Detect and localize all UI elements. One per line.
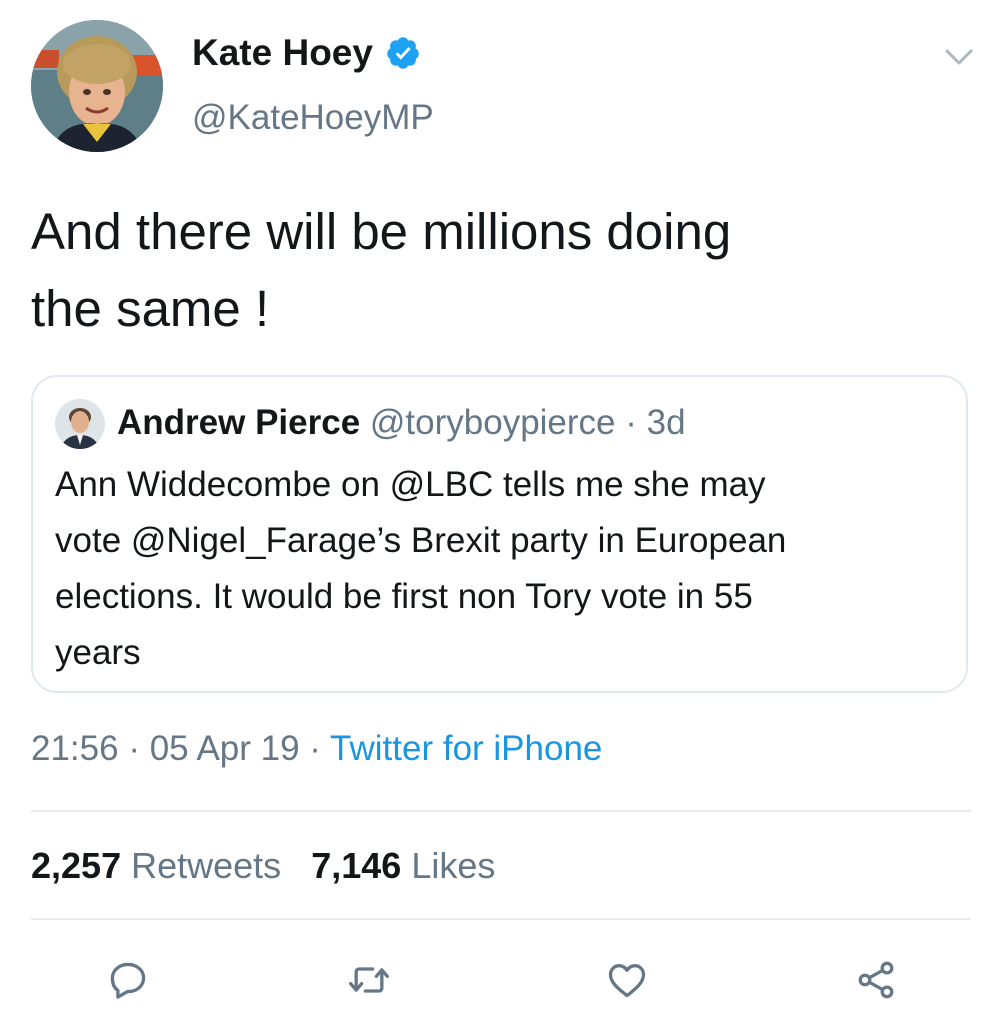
tweet-meta: 21:56 · 05 Apr 19 · Twitter for iPhone (31, 729, 602, 769)
verified-badge-icon (385, 35, 421, 71)
reply-button[interactable] (103, 955, 153, 1005)
quoted-author-handle: @toryboypierce (369, 403, 616, 442)
quoted-author-name: Andrew Pierce (117, 403, 361, 442)
quoted-tweet-card[interactable]: Andrew Pierce @toryboypierce · 3d Ann Wi… (31, 375, 968, 693)
separator-dot: · (309, 729, 321, 768)
quoted-text-line: Ann Widdecombe on @LBC tells me she may (55, 465, 766, 504)
retweets-label: Retweets (131, 845, 282, 886)
separator-dot: · (625, 403, 637, 442)
tweet-text-line: the same ! (31, 280, 270, 337)
quoted-text-line: years (55, 633, 141, 672)
heart-icon (608, 964, 646, 998)
author-name[interactable]: Kate Hoey (192, 32, 373, 74)
retweet-icon (349, 967, 389, 993)
separator-dot: · (128, 729, 140, 768)
author-name-row[interactable]: Kate Hoey (192, 32, 421, 74)
author-avatar[interactable] (31, 20, 163, 152)
likes-count: 7,146 (311, 845, 402, 886)
quoted-text-line: vote @Nigel_Farage’s Brexit party in Eur… (55, 521, 787, 560)
quoted-tweet-text: Ann Widdecombe on @LBC tells me she may … (55, 457, 955, 681)
retweets-count: 2,257 (31, 845, 122, 886)
retweets-stat[interactable]: 2,257 Retweets (31, 845, 291, 886)
author-handle[interactable]: @KateHoeyMP (192, 98, 434, 138)
quoted-text-line: elections. It would be first non Tory vo… (55, 577, 753, 616)
likes-label: Likes (411, 845, 496, 886)
tweet-text-line: And there will be millions doing (31, 203, 732, 260)
tweet-source-link[interactable]: Twitter for iPhone (330, 729, 602, 768)
quoted-tweet-time: 3d (646, 403, 686, 442)
reply-icon (110, 962, 146, 999)
retweet-button[interactable] (344, 955, 394, 1005)
chevron-down-icon[interactable] (944, 46, 974, 68)
like-button[interactable] (602, 955, 652, 1005)
divider (31, 810, 971, 812)
quoted-author-avatar (55, 399, 105, 449)
tweet-text: And there will be millions doing the sam… (31, 193, 971, 347)
divider (31, 918, 971, 920)
quoted-tweet-header: Andrew Pierce @toryboypierce · 3d (117, 399, 686, 447)
tweet-time[interactable]: 21:56 (31, 729, 119, 768)
share-icon (858, 961, 894, 999)
likes-stat[interactable]: 7,146 Likes (311, 845, 495, 886)
tweet-stats: 2,257 Retweets 7,146 Likes (31, 845, 495, 887)
tweet-date[interactable]: 05 Apr 19 (150, 729, 300, 768)
share-button[interactable] (851, 955, 901, 1005)
